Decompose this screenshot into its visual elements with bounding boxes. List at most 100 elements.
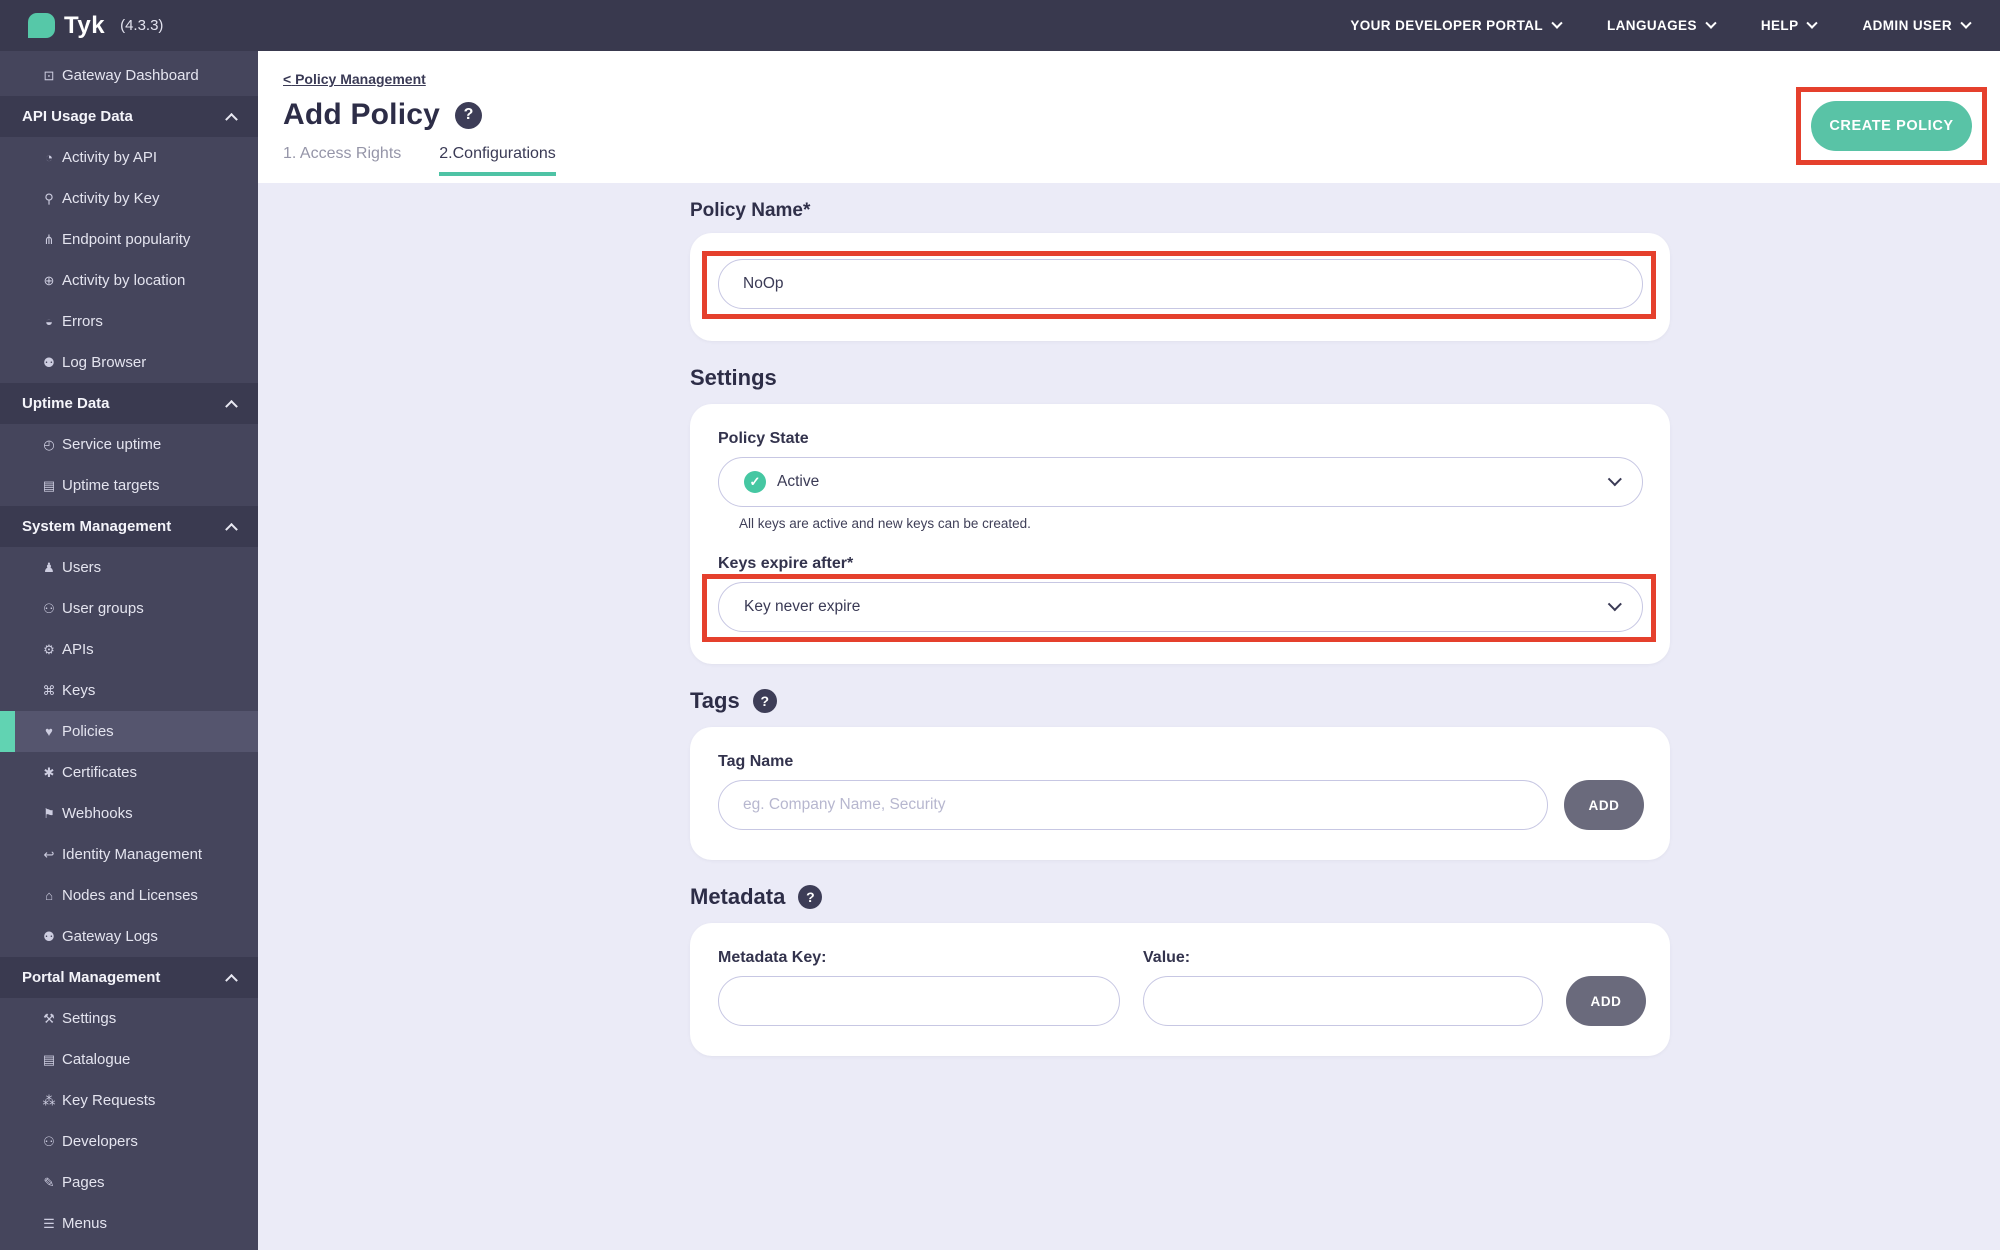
page-header: < Policy Management Add Policy ? 1. Acce…: [258, 51, 2000, 183]
tag-name-input[interactable]: [718, 780, 1548, 830]
sidebar-item-developers[interactable]: ⚇ Developers: [0, 1121, 258, 1162]
sidebar-item-label: Menus: [62, 1215, 108, 1232]
sidebar-item-label: Policies: [62, 723, 114, 740]
tags-heading: Tags: [690, 688, 740, 713]
sidebar-section-portal-management[interactable]: Portal Management: [0, 957, 258, 998]
sidebar-item-label: Nodes and Licenses: [62, 887, 198, 904]
topbar-menu-label: HELP: [1760, 18, 1799, 33]
sidebar-item-gateway-dashboard[interactable]: ⊡ Gateway Dashboard: [0, 55, 258, 96]
breadcrumb[interactable]: < Policy Management: [283, 71, 2000, 87]
topbar-menu-label: YOUR DEVELOPER PORTAL: [1350, 18, 1544, 33]
tyk-leaf-icon: [28, 13, 55, 38]
policy-state-helper: All keys are active and new keys can be …: [739, 516, 1031, 531]
add-metadata-button[interactable]: ADD: [1566, 976, 1646, 1026]
keys-expire-label: Keys expire after*: [718, 555, 854, 572]
sidebar-item-label: Gateway Logs: [62, 928, 158, 945]
breadcrumb-label: Policy Management: [295, 71, 426, 87]
sidebar-item-users[interactable]: ♟ Users: [0, 547, 258, 588]
sidebar-item-label: Activity by location: [62, 272, 186, 289]
chevron-up-icon: [225, 973, 238, 987]
sidebar-item-webhooks[interactable]: ⚑ Webhooks: [0, 793, 258, 834]
sidebar-item-errors[interactable]: ◒ Errors: [0, 301, 258, 342]
policy-name-label: Policy Name*: [690, 200, 811, 221]
sidebar-section-uptime-data[interactable]: Uptime Data: [0, 383, 258, 424]
sidebar-item-label: Errors: [62, 313, 103, 330]
sidebar-item-portal-settings[interactable]: ⚒ Settings: [0, 998, 258, 1039]
bell-icon: ⚑: [43, 805, 55, 821]
sidebar-item-gateway-logs[interactable]: ⚉ Gateway Logs: [0, 916, 258, 957]
sidebar-section-api-usage-data[interactable]: API Usage Data: [0, 96, 258, 137]
sidebar-item-catalogue[interactable]: ▤ Catalogue: [0, 1039, 258, 1080]
sidebar-item-label: Key Requests: [62, 1092, 156, 1109]
chevron-down-icon: [1551, 17, 1563, 29]
breadcrumb-back-chevron-icon: <: [283, 71, 292, 87]
metadata-key-input[interactable]: [718, 976, 1120, 1026]
metadata-help-icon[interactable]: ?: [798, 885, 823, 909]
sidebar-item-endpoint-popularity[interactable]: ⋔ Endpoint popularity: [0, 219, 258, 260]
metadata-heading: Metadata: [690, 884, 786, 909]
content: Policy Name* Settings Policy State ✓ Act…: [258, 200, 2000, 1056]
bug-icon: ⚉: [43, 354, 55, 370]
sidebar-item-keys[interactable]: ⌘ Keys: [0, 670, 258, 711]
sidebar-item-user-groups[interactable]: ⚇ User groups: [0, 588, 258, 629]
sidebar-item-label: Endpoint popularity: [62, 231, 191, 248]
sidebar-item-label: Pages: [62, 1174, 105, 1191]
chevron-down-icon: [1960, 17, 1972, 29]
sidebar-item-log-browser[interactable]: ⚉ Log Browser: [0, 342, 258, 383]
tab-configurations[interactable]: 2.Configurations: [439, 145, 556, 176]
annotation-box-create-policy: CREATE POLICY: [1796, 87, 1987, 165]
sidebar-item-key-requests[interactable]: ⁂ Key Requests: [0, 1080, 258, 1121]
add-tag-button[interactable]: ADD: [1564, 780, 1644, 830]
sidebar-section-system-management[interactable]: System Management: [0, 506, 258, 547]
user-group-icon: ⚇: [43, 600, 55, 616]
uptime-icon: ◴: [43, 436, 55, 452]
topbar-menu-help[interactable]: HELP: [1760, 17, 1819, 33]
sidebar-item-service-uptime[interactable]: ◴ Service uptime: [0, 424, 258, 465]
sidebar-section-label: API Usage Data: [22, 108, 133, 125]
sidebar-item-nodes-and-licenses[interactable]: ⌂ Nodes and Licenses: [0, 875, 258, 916]
metadata-value-input[interactable]: [1143, 976, 1543, 1026]
sidebar-item-label: Catalogue: [62, 1051, 131, 1068]
sidebar-item-policies[interactable]: ♥ Policies: [0, 711, 258, 752]
help-icon[interactable]: ?: [455, 101, 483, 129]
tabs: 1. Access Rights 2.Configurations: [283, 145, 2000, 176]
sidebar-item-label: Users: [62, 559, 102, 576]
sidebar-section-label: System Management: [22, 518, 172, 535]
policy-state-dropdown[interactable]: ✓ Active: [718, 457, 1643, 507]
topbar-menu-languages[interactable]: LANGUAGES: [1607, 17, 1717, 33]
sidebar-item-activity-by-api[interactable]: ◔ Activity by API: [0, 137, 258, 178]
sidebar-item-label: APIs: [62, 641, 94, 658]
sidebar-item-pages[interactable]: ✎ Pages: [0, 1162, 258, 1203]
gauge-icon: ◔: [45, 150, 53, 165]
sidebar-item-label: Webhooks: [62, 805, 133, 822]
tag-name-label: Tag Name: [718, 753, 794, 770]
chevron-down-icon: [1607, 472, 1622, 487]
error-icon: ◒: [45, 314, 53, 329]
sidebar-item-label: Activity by Key: [62, 190, 160, 207]
policy-state-value: Active: [777, 473, 820, 490]
metadata-key-label: Metadata Key:: [718, 949, 827, 966]
sidebar-item-menus[interactable]: ☰ Menus: [0, 1203, 258, 1244]
chevron-up-icon: [225, 399, 238, 413]
sidebar-item-apis[interactable]: ⚙ APIs: [0, 629, 258, 670]
sidebar-item-label: Uptime targets: [62, 477, 160, 494]
sidebar-item-label: Service uptime: [62, 436, 162, 453]
keys-expire-dropdown[interactable]: Key never expire: [718, 582, 1643, 632]
topbar-menus: YOUR DEVELOPER PORTAL LANGUAGES HELP ADMIN …: [1350, 17, 1972, 33]
sidebar-item-activity-by-key[interactable]: ⚲ Activity by Key: [0, 178, 258, 219]
monitor-icon: ⊡: [43, 67, 55, 83]
topbar-menu-your-developer-portal[interactable]: YOUR DEVELOPER PORTAL: [1350, 17, 1563, 33]
settings-heading: Settings: [690, 365, 777, 390]
sidebar-item-certificates[interactable]: ✱ Certificates: [0, 752, 258, 793]
catalogue-icon: ▤: [42, 1051, 56, 1067]
sidebar-item-identity-management[interactable]: ↩ Identity Management: [0, 834, 258, 875]
tyk-logo[interactable]: Tyk (4.3.3): [28, 12, 163, 40]
create-policy-button[interactable]: CREATE POLICY: [1811, 101, 1972, 151]
tab-access-rights[interactable]: 1. Access Rights: [283, 145, 401, 176]
sidebar-item-uptime-targets[interactable]: ▤ Uptime targets: [0, 465, 258, 506]
policy-name-input[interactable]: [718, 259, 1643, 309]
topbar-menu-admin-user[interactable]: ADMIN USER: [1862, 17, 1972, 33]
chevron-down-icon: [1806, 17, 1819, 29]
tags-help-icon[interactable]: ?: [752, 689, 777, 713]
sidebar-item-activity-by-location[interactable]: ⊕ Activity by location: [0, 260, 258, 301]
